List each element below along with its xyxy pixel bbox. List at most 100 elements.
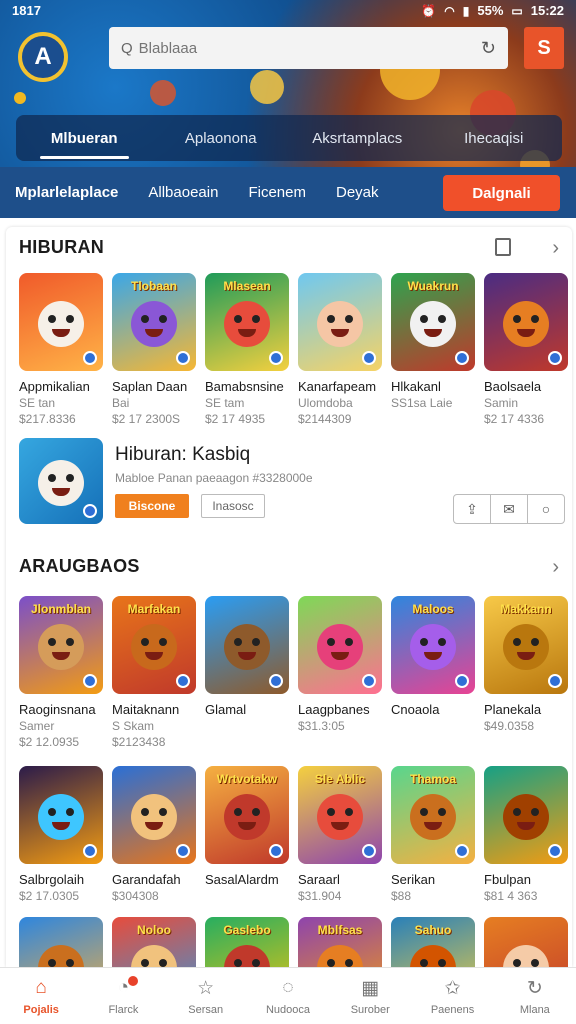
app-card[interactable]: Fbulpan $81 4 363 <box>484 766 570 904</box>
subnav-item-4[interactable]: Deyak <box>321 184 394 201</box>
app-icon[interactable] <box>19 273 103 371</box>
app-logo[interactable]: A <box>18 32 68 82</box>
tab-2[interactable]: Aplaonona <box>153 115 290 161</box>
subnav-item-1[interactable]: Mplarlelaplace <box>0 184 133 201</box>
search-input[interactable] <box>138 39 481 57</box>
app-card[interactable]: Jlonmblan Raoginsnana Samer $2 12.0935 <box>19 596 105 750</box>
app-card[interactable]: Baolsaela Samin $2 17 4336 <box>484 273 570 427</box>
refresh-icon[interactable]: ↻ <box>481 38 496 59</box>
app-icon[interactable]: Sle Ablic <box>298 766 382 864</box>
app-icon[interactable]: Mblfsas <box>298 917 382 967</box>
status-time: 1817 <box>12 3 41 18</box>
app-name: Saraarl <box>298 872 340 887</box>
featured-subtitle: Mabloe Panan paeaagon #3328000e <box>115 471 313 485</box>
nav-refresh[interactable]: ↻ Mlana <box>494 968 576 1024</box>
more-icon[interactable]: ○ <box>527 495 564 523</box>
app-card[interactable]: Sahuo <box>391 917 477 967</box>
app-card[interactable]: Mblfsas <box>298 917 384 967</box>
decor-bubble <box>250 70 284 104</box>
featured-primary-button[interactable]: Biscone <box>115 494 189 518</box>
featured-app-icon[interactable] <box>19 438 103 524</box>
app-card[interactable]: Garandafah $304308 <box>112 766 198 904</box>
app-card[interactable]: Thamoa Serikan $88 <box>391 766 477 904</box>
verified-badge-icon <box>269 674 283 688</box>
featured-app[interactable]: Hiburan: Kasbiq Mabloe Panan paeaagon #3… <box>19 438 565 528</box>
cta-button[interactable]: Dalgnali <box>443 175 560 211</box>
app-card[interactable]: Gaslebo <box>205 917 291 967</box>
app-tile-title: Thamoa <box>409 772 456 786</box>
app-card[interactable]: Glamal <box>205 596 291 718</box>
nav-search[interactable]: ◌ Nudooca <box>247 968 329 1024</box>
character-icon <box>131 793 177 840</box>
chevron-right-icon[interactable]: › <box>552 556 559 579</box>
app-icon[interactable]: Jlonmblan <box>19 596 103 694</box>
app-card[interactable]: Wuakrun Hlkakanl SS1sa Laie <box>391 273 477 411</box>
app-icon[interactable]: Sahuo <box>391 917 475 967</box>
app-card[interactable]: Laagpbanes $31.3:05 <box>298 596 384 734</box>
app-icon[interactable]: Wuakrun <box>391 273 475 371</box>
app-card[interactable]: Salbrgolaih $2 17.0305 <box>19 766 105 904</box>
app-icon[interactable] <box>205 596 289 694</box>
nav-badge[interactable]: ✩ Paenens <box>411 968 493 1024</box>
app-card[interactable]: Kanarfapeam Ulomdoba $2144309 <box>298 273 384 427</box>
verified-badge-icon <box>83 504 97 518</box>
app-meta: $2123438 <box>112 735 166 749</box>
app-icon[interactable] <box>484 917 568 967</box>
app-icon[interactable] <box>298 596 382 694</box>
app-icon[interactable]: Tlobaan <box>112 273 196 371</box>
app-card[interactable]: Marfakan Maitaknann S Skam $2123438 <box>112 596 198 750</box>
app-icon[interactable] <box>112 766 196 864</box>
tab-1[interactable]: Mlbueran <box>16 115 153 161</box>
app-icon[interactable]: Wrtvotakw <box>205 766 289 864</box>
bottom-navigation: ⌂ Pojalis ◔ Flarck ☆ Sersan ◌ Nudooca ▦ … <box>0 967 576 1024</box>
subnav-item-2[interactable]: Allbaoeain <box>133 184 233 201</box>
app-icon[interactable]: Marfakan <box>112 596 196 694</box>
verified-badge-icon <box>455 844 469 858</box>
nav-grid[interactable]: ▦ Surober <box>329 968 411 1024</box>
app-icon[interactable] <box>484 273 568 371</box>
app-card[interactable]: Makkann Planekala $49.0358 <box>484 596 570 734</box>
app-card[interactable]: Noloo <box>112 917 198 967</box>
app-icon[interactable]: Mlasean <box>205 273 289 371</box>
app-card[interactable]: Wrtvotakw SasalAlardm <box>205 766 291 888</box>
nav-home[interactable]: ⌂ Pojalis <box>0 968 82 1024</box>
gift-icon[interactable]: ✉ <box>490 495 527 523</box>
app-card[interactable] <box>484 917 570 967</box>
app-card[interactable]: Maloos Cnoaola <box>391 596 477 718</box>
chevron-right-icon[interactable]: › <box>552 237 559 260</box>
sub-navigation: Mplarlelaplace Allbaoeain Ficenem Deyak … <box>0 167 576 218</box>
app-card[interactable]: Mlasean Bamabsnsine SE tam $2 17 4935 <box>205 273 291 427</box>
bookmark-icon[interactable] <box>495 238 511 256</box>
character-icon <box>410 300 456 347</box>
verified-badge-icon <box>455 351 469 365</box>
app-icon[interactable]: Makkann <box>484 596 568 694</box>
app-icon[interactable] <box>298 273 382 371</box>
app-icon[interactable] <box>484 766 568 864</box>
mascot-icon <box>38 459 84 506</box>
app-icon[interactable] <box>19 766 103 864</box>
app-name: Baolsaela <box>484 379 542 394</box>
app-meta: $49.0358 <box>484 719 535 733</box>
character-icon <box>224 793 270 840</box>
app-icon[interactable]: Thamoa <box>391 766 475 864</box>
app-name: Cnoaola <box>391 702 440 717</box>
search-bar[interactable]: Q ↻ <box>109 27 508 69</box>
share-icon[interactable]: ⇪ <box>454 495 490 523</box>
app-card[interactable]: Sle Ablic Saraarl $31.904 <box>298 766 384 904</box>
subnav-item-3[interactable]: Ficenem <box>233 184 321 201</box>
app-icon[interactable]: Noloo <box>112 917 196 967</box>
app-card[interactable]: Tlobaan Saplan Daan Bai $2 17 2300S <box>112 273 198 427</box>
app-card[interactable] <box>19 917 105 967</box>
featured-secondary-button[interactable]: Inasosc <box>201 494 265 518</box>
nav-chat[interactable]: ◔ Flarck <box>82 968 164 1024</box>
tab-3[interactable]: Aksrtamplacs <box>289 115 426 161</box>
app-icon[interactable]: Gaslebo <box>205 917 289 967</box>
app-card[interactable]: Appmikalian SE tan $217.8336 <box>19 273 105 427</box>
header-action-button[interactable]: S <box>524 27 564 69</box>
app-meta: SS1sa Laie <box>391 396 453 410</box>
tab-4[interactable]: Ihecaqisi <box>426 115 563 161</box>
nav-star[interactable]: ☆ Sersan <box>165 968 247 1024</box>
app-icon[interactable] <box>19 917 103 967</box>
app-icon[interactable]: Maloos <box>391 596 475 694</box>
verified-badge-icon <box>362 844 376 858</box>
